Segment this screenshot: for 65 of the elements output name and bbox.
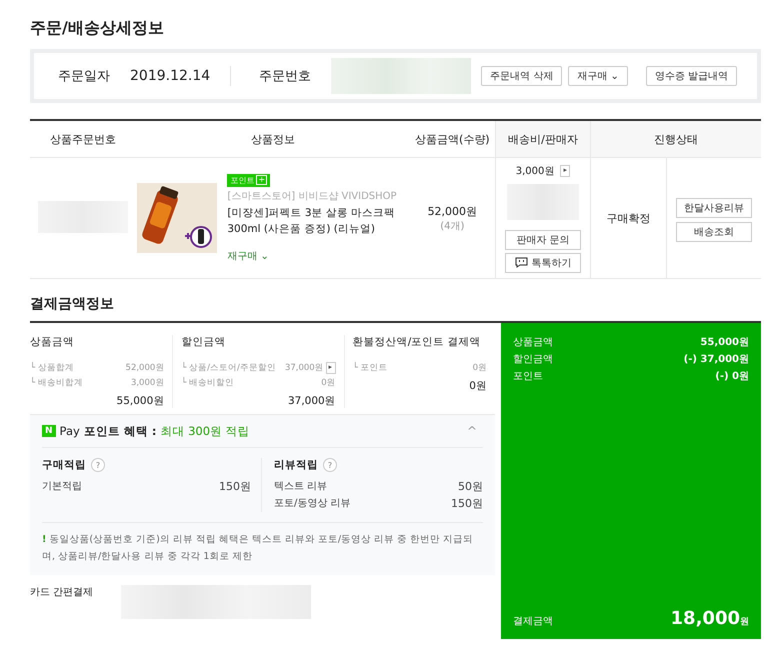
product-name[interactable]: [미쟝센]퍼펙트 3분 살롱 마스크팩 300ml (사은품 증정) (리뉴얼) [227, 204, 409, 236]
amount-value: 52,000원 [126, 362, 164, 374]
product-price: 52,000원 [426, 204, 478, 218]
point-badge: 포인트 + [227, 174, 270, 186]
reward-label: 텍스트 리뷰 [274, 480, 328, 494]
amount-label: └ 상품/스토어/주문할인 [181, 362, 276, 374]
order-number-label: 주문번호 [259, 68, 312, 85]
column-header: 배송비/판매자 [496, 120, 590, 158]
reward-label: 포토/동영상 리뷰 [274, 497, 351, 511]
column-header: 진행상태 [590, 120, 761, 158]
help-button[interactable]: ? [91, 458, 105, 472]
speech-bubble-icon [514, 257, 528, 268]
reward-heading: 구매적립 [42, 458, 86, 472]
reward-value: 150원 [219, 479, 251, 495]
summary-value: (-) 0원 [715, 370, 749, 383]
reward-value: 150원 [451, 496, 483, 512]
reward-label: 기본적립 [42, 480, 82, 494]
notice-text: ! 동일상품(상품번호 기준)의 리뷰 적립 혜택은 텍스트 리뷰와 포토/동영상 리뷰 중 한번만 지급되며, 상품리뷰/한달사용 리뷰 중 각각 1회로 제한 [42, 533, 474, 564]
pay-brand: Pay [60, 424, 80, 438]
order-date: 2019.12.14 [130, 68, 210, 84]
quantity: (4개) [439, 220, 466, 232]
status-action-button[interactable]: 배송조회 [676, 222, 752, 242]
payment-method-label: 카드 간편결제 [30, 586, 94, 599]
status-action-button[interactable]: 한달사용리뷰 [676, 198, 752, 218]
column-header: 상품정보 [136, 120, 410, 158]
summary-label: 상품금액 [513, 336, 553, 349]
seller-inquiry-button[interactable]: 판매자 문의 [505, 230, 582, 250]
amount-value: 0원 [472, 362, 487, 374]
column-header: 상품주문번호 [30, 120, 136, 158]
amount-label: └ 배송비합계 [30, 377, 83, 389]
order-action-button[interactable]: 주문내역 삭제 [481, 66, 562, 86]
order-date-label: 주문일자 [58, 68, 110, 85]
total-label: 결제금액 [513, 615, 553, 628]
talktalk-button[interactable]: 톡톡하기 [505, 252, 582, 272]
benefit-highlight: 최대 300원 적립 [160, 424, 250, 438]
shipping-fee: 3,000원 [516, 164, 554, 178]
amount-heading: 할인금액 [181, 335, 226, 349]
column-total: 37,000원 [286, 394, 336, 408]
amount-label: └ 상품합계 [30, 362, 74, 374]
amount-heading: 환불정산액/포인트 결제액 [352, 335, 482, 349]
npay-logo: N [42, 425, 56, 437]
summary-value: (-) 37,000원 [684, 353, 749, 366]
benefit-title: 포인트 혜택 : [84, 424, 156, 438]
order-status: 구매확정 [606, 212, 651, 224]
summary-label: 할인금액 [513, 353, 553, 366]
reward-heading: 리뷰적립 [274, 458, 318, 472]
store-name: [스마트스토어] 비비드샵 VIVIDSHOP [227, 190, 397, 202]
amount-label: └ 배송비할인 [181, 377, 234, 389]
order-action-button[interactable]: 재구매 ⌄ [568, 66, 628, 86]
column-total: 0원 [468, 379, 487, 393]
receipt-button[interactable]: 영수증 발급내역 [646, 66, 737, 86]
amount-value: 3,000원 [130, 377, 164, 389]
page-title: 주문/배송상세정보 [30, 18, 165, 39]
help-button[interactable]: ? [323, 458, 337, 472]
amount-value: 37,000원 [284, 362, 324, 374]
summary-label: 포인트 [513, 370, 543, 383]
amount-value: 0원 [321, 377, 336, 389]
section-title: 결제금액정보 [30, 295, 115, 313]
total-amount: 18,000원 [670, 608, 749, 629]
amount-label: └ 포인트 [352, 362, 388, 374]
amount-heading: 상품금액 [30, 335, 75, 349]
rebuy-link[interactable]: 재구매 ⌄ [227, 248, 269, 262]
column-total: 55,000원 [116, 394, 164, 408]
reward-value: 50원 [458, 479, 483, 495]
summary-value: 55,000원 [700, 336, 749, 349]
